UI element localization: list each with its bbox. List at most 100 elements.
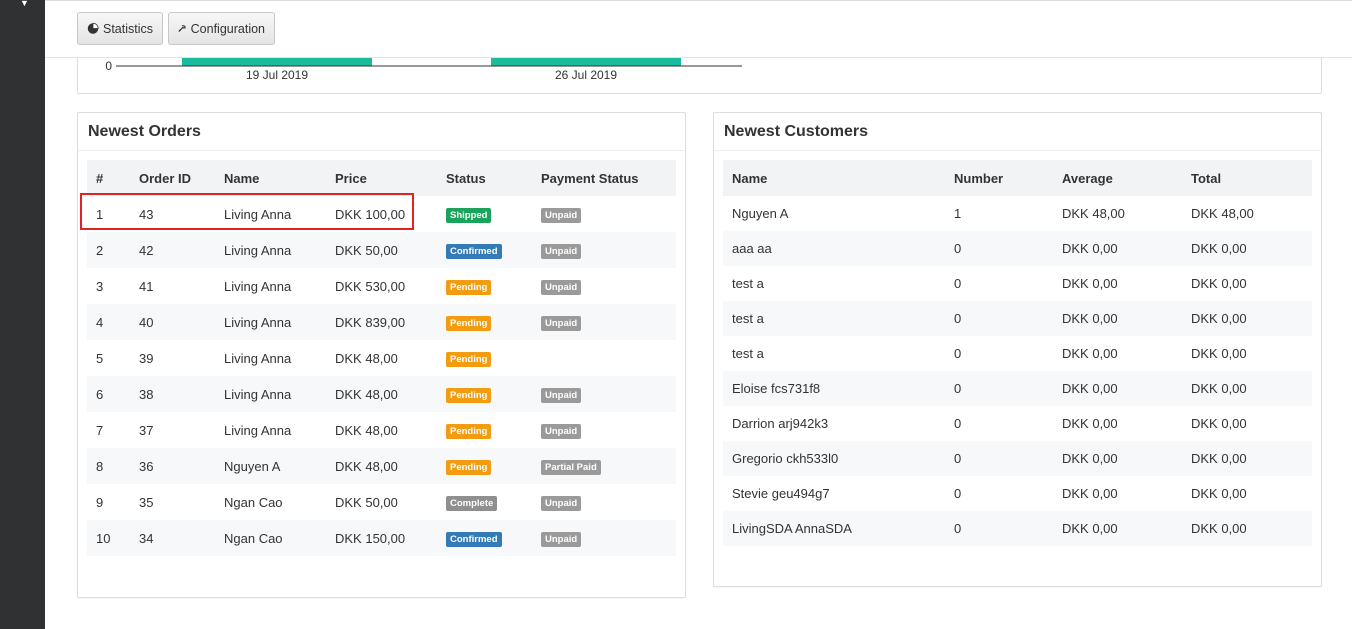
chevron-down-icon[interactable]: ▼ xyxy=(20,0,29,8)
order-n-cell: 8 xyxy=(96,458,104,474)
order-row[interactable]: 7 37 Living Anna DKK 48,00 Pending Unpaid xyxy=(87,412,676,448)
customer-average-cell: DKK 48,00 xyxy=(1062,206,1125,221)
order-name-cell: Living Anna xyxy=(224,422,292,438)
customer-total-cell: DKK 48,00 xyxy=(1191,206,1254,221)
order-payment-cell: Unpaid xyxy=(532,196,676,232)
order-payment-cell: Unpaid xyxy=(532,484,676,520)
chart-bar xyxy=(182,58,372,66)
customer-average-cell: DKK 0,00 xyxy=(1062,276,1118,291)
statistics-label: Statistics xyxy=(102,21,153,36)
order-payment-cell: Unpaid xyxy=(532,412,676,448)
customer-average-cell: DKK 0,00 xyxy=(1062,521,1118,536)
customer-number-cell: 0 xyxy=(954,416,962,431)
order-price-cell: DKK 50,00 xyxy=(335,494,398,510)
statistics-button[interactable]: Statistics xyxy=(77,12,163,45)
customer-row[interactable]: LivingSDA AnnaSDA 0 DKK 0,00 DKK 0,00 xyxy=(723,511,1312,546)
order-n-cell: 3 xyxy=(96,278,104,294)
newest-orders-panel: Newest Orders # Order ID Name Price Status Pa… xyxy=(77,112,686,598)
order-row[interactable]: 5 39 Living Anna DKK 48,00 Pending xyxy=(87,340,676,376)
order-name-cell: Living Anna xyxy=(224,278,292,294)
order-payment-cell xyxy=(532,340,676,376)
payment-badge: Unpaid xyxy=(541,207,582,223)
orders-col-header: Name xyxy=(224,170,260,186)
pie-chart-icon xyxy=(87,22,99,34)
x-tick-label: 19 Jul 2019 xyxy=(246,68,308,82)
customer-row[interactable]: test a 0 DKK 0,00 DKK 0,00 xyxy=(723,336,1312,371)
customer-number-cell: 0 xyxy=(954,276,962,291)
order-id-cell: 36 xyxy=(139,458,154,474)
newest-orders-title: Newest Orders xyxy=(78,113,685,151)
order-name-cell: Ngan Cao xyxy=(224,494,283,510)
orders-col-header: Payment Status xyxy=(541,170,639,186)
highlight-box xyxy=(80,193,414,230)
configuration-label: Configuration xyxy=(190,21,265,36)
customer-row[interactable]: Gregorio ckh533l0 0 DKK 0,00 DKK 0,00 xyxy=(723,441,1312,476)
customer-total-cell: DKK 0,00 xyxy=(1191,346,1247,361)
payment-badge: Unpaid xyxy=(541,495,582,511)
customer-name-cell: test a xyxy=(732,311,764,326)
order-id-cell: 39 xyxy=(139,350,154,366)
orders-col-header: Status xyxy=(446,170,486,186)
status-badge: Confirmed xyxy=(446,243,502,259)
customer-row[interactable]: test a 0 DKK 0,00 DKK 0,00 xyxy=(723,301,1312,336)
order-id-cell: 37 xyxy=(139,422,154,438)
order-row[interactable]: 8 36 Nguyen A DKK 48,00 Pending Partial Paid xyxy=(87,448,676,484)
status-badge: Pending xyxy=(446,351,492,367)
customer-total-cell: DKK 0,00 xyxy=(1191,276,1247,291)
customer-row[interactable]: Darrion arj942k3 0 DKK 0,00 DKK 0,00 xyxy=(723,406,1312,441)
order-payment-cell: Unpaid xyxy=(532,520,676,556)
status-badge: Complete xyxy=(446,495,498,511)
customer-name-cell: Nguyen A xyxy=(732,206,789,221)
customer-average-cell: DKK 0,00 xyxy=(1062,486,1118,501)
order-n-cell: 6 xyxy=(96,386,104,402)
order-status-cell: Pending xyxy=(437,412,532,448)
payment-badge: Unpaid xyxy=(541,279,582,295)
status-badge: Confirmed xyxy=(446,531,502,547)
order-row[interactable]: 6 38 Living Anna DKK 48,00 Pending Unpaid xyxy=(87,376,676,412)
customer-number-cell: 0 xyxy=(954,381,962,396)
sidebar: ▼ xyxy=(0,0,45,629)
customer-row[interactable]: Eloise fcs731f8 0 DKK 0,00 DKK 0,00 xyxy=(723,371,1312,406)
order-status-cell: Confirmed xyxy=(437,232,532,268)
customer-row[interactable]: test a 0 DKK 0,00 DKK 0,00 xyxy=(723,266,1312,301)
order-status-cell: Pending xyxy=(437,376,532,412)
orders-col-header: # xyxy=(96,170,104,186)
customers-col-header: Name xyxy=(732,170,768,186)
order-status-cell: Pending xyxy=(437,268,532,304)
order-price-cell: DKK 50,00 xyxy=(335,242,398,258)
customer-name-cell: Stevie geu494g7 xyxy=(732,486,830,501)
newest-customers-panel: Newest Customers Name Number Average Total … xyxy=(713,112,1322,587)
customer-name-cell: aaa aa xyxy=(732,241,772,256)
order-status-cell: Confirmed xyxy=(437,520,532,556)
customer-number-cell: 1 xyxy=(954,206,962,221)
chart-bar xyxy=(491,58,681,66)
customers-col-header: Number xyxy=(954,170,1004,186)
payment-badge: Unpaid xyxy=(541,387,582,403)
customer-average-cell: DKK 0,00 xyxy=(1062,416,1118,431)
order-price-cell: DKK 48,00 xyxy=(335,422,398,438)
order-row[interactable]: 9 35 Ngan Cao DKK 50,00 Complete Unpaid xyxy=(87,484,676,520)
customer-name-cell: Darrion arj942k3 xyxy=(732,416,829,431)
orders-col-header: Order ID xyxy=(139,170,192,186)
order-name-cell: Nguyen A xyxy=(224,458,281,474)
status-badge: Pending xyxy=(446,459,492,475)
configuration-button[interactable]: Configuration xyxy=(168,12,275,45)
customer-row[interactable]: Stevie geu494g7 0 DKK 0,00 DKK 0,00 xyxy=(723,476,1312,511)
order-status-cell: Pending xyxy=(437,304,532,340)
customer-total-cell: DKK 0,00 xyxy=(1191,311,1247,326)
customer-row[interactable]: Nguyen A 1 DKK 48,00 DKK 48,00 xyxy=(723,196,1312,231)
order-row[interactable]: 2 42 Living Anna DKK 50,00 Confirmed Unpaid xyxy=(87,232,676,268)
customer-row[interactable]: aaa aa 0 DKK 0,00 DKK 0,00 xyxy=(723,231,1312,266)
customer-average-cell: DKK 0,00 xyxy=(1062,381,1118,396)
customer-number-cell: 0 xyxy=(954,451,962,466)
order-row[interactable]: 10 34 Ngan Cao DKK 150,00 Confirmed Unpaid xyxy=(87,520,676,556)
order-payment-cell: Unpaid xyxy=(532,268,676,304)
status-badge: Pending xyxy=(446,279,492,295)
order-payment-cell: Unpaid xyxy=(532,376,676,412)
order-n-cell: 9 xyxy=(96,494,104,510)
customer-number-cell: 0 xyxy=(954,241,962,256)
customer-average-cell: DKK 0,00 xyxy=(1062,311,1118,326)
order-row[interactable]: 4 40 Living Anna DKK 839,00 Pending Unpaid xyxy=(87,304,676,340)
order-row[interactable]: 3 41 Living Anna DKK 530,00 Pending Unpaid xyxy=(87,268,676,304)
customer-name-cell: test a xyxy=(732,276,764,291)
